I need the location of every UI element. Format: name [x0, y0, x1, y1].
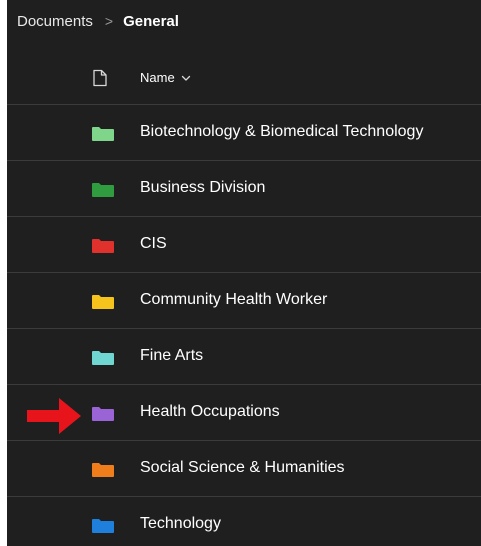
breadcrumb-separator: >: [104, 13, 114, 29]
breadcrumb-general: General: [123, 12, 179, 30]
chevron-down-icon: [181, 75, 190, 81]
folder-row[interactable]: Fine Arts: [7, 329, 481, 385]
folder-label[interactable]: Fine Arts: [140, 347, 203, 365]
folder-icon: [92, 295, 114, 309]
folder-row[interactable]: Social Science & Humanities: [7, 441, 481, 497]
folder-label[interactable]: Health Occupations: [140, 403, 280, 421]
folder-icon: [92, 239, 114, 253]
document-library-pane: Documents > General Name Biotechnology &…: [7, 0, 481, 546]
folder-row[interactable]: Community Health Worker: [7, 273, 481, 329]
folder-icon: [92, 127, 114, 141]
folder-label[interactable]: Business Division: [140, 179, 265, 197]
folder-label[interactable]: Community Health Worker: [140, 291, 327, 309]
folder-row[interactable]: Biotechnology & Biomedical Technology: [7, 105, 481, 161]
folder-icon: [92, 463, 114, 477]
red-arrow-icon: [27, 398, 81, 434]
breadcrumb: Documents > General: [17, 10, 179, 32]
folder-icon: [92, 183, 114, 197]
name-column-header[interactable]: Name: [140, 70, 191, 85]
name-column-label: Name: [140, 70, 175, 85]
folder-label[interactable]: Technology: [140, 515, 221, 533]
folder-row[interactable]: Business Division: [7, 161, 481, 217]
folder-label[interactable]: Biotechnology & Biomedical Technology: [140, 123, 423, 141]
folder-label[interactable]: CIS: [140, 235, 167, 253]
folder-icon: [92, 351, 114, 365]
folder-icon: [92, 519, 114, 533]
folder-icon: [92, 407, 114, 421]
folder-row[interactable]: Technology: [7, 497, 481, 546]
breadcrumb-documents[interactable]: Documents: [17, 13, 93, 30]
folder-list: Biotechnology & Biomedical Technology Bus…: [7, 105, 481, 546]
folder-label[interactable]: Social Science & Humanities: [140, 459, 345, 477]
list-header-row: Name: [7, 55, 481, 105]
document-icon[interactable]: [92, 69, 108, 87]
folder-row[interactable]: CIS: [7, 217, 481, 273]
